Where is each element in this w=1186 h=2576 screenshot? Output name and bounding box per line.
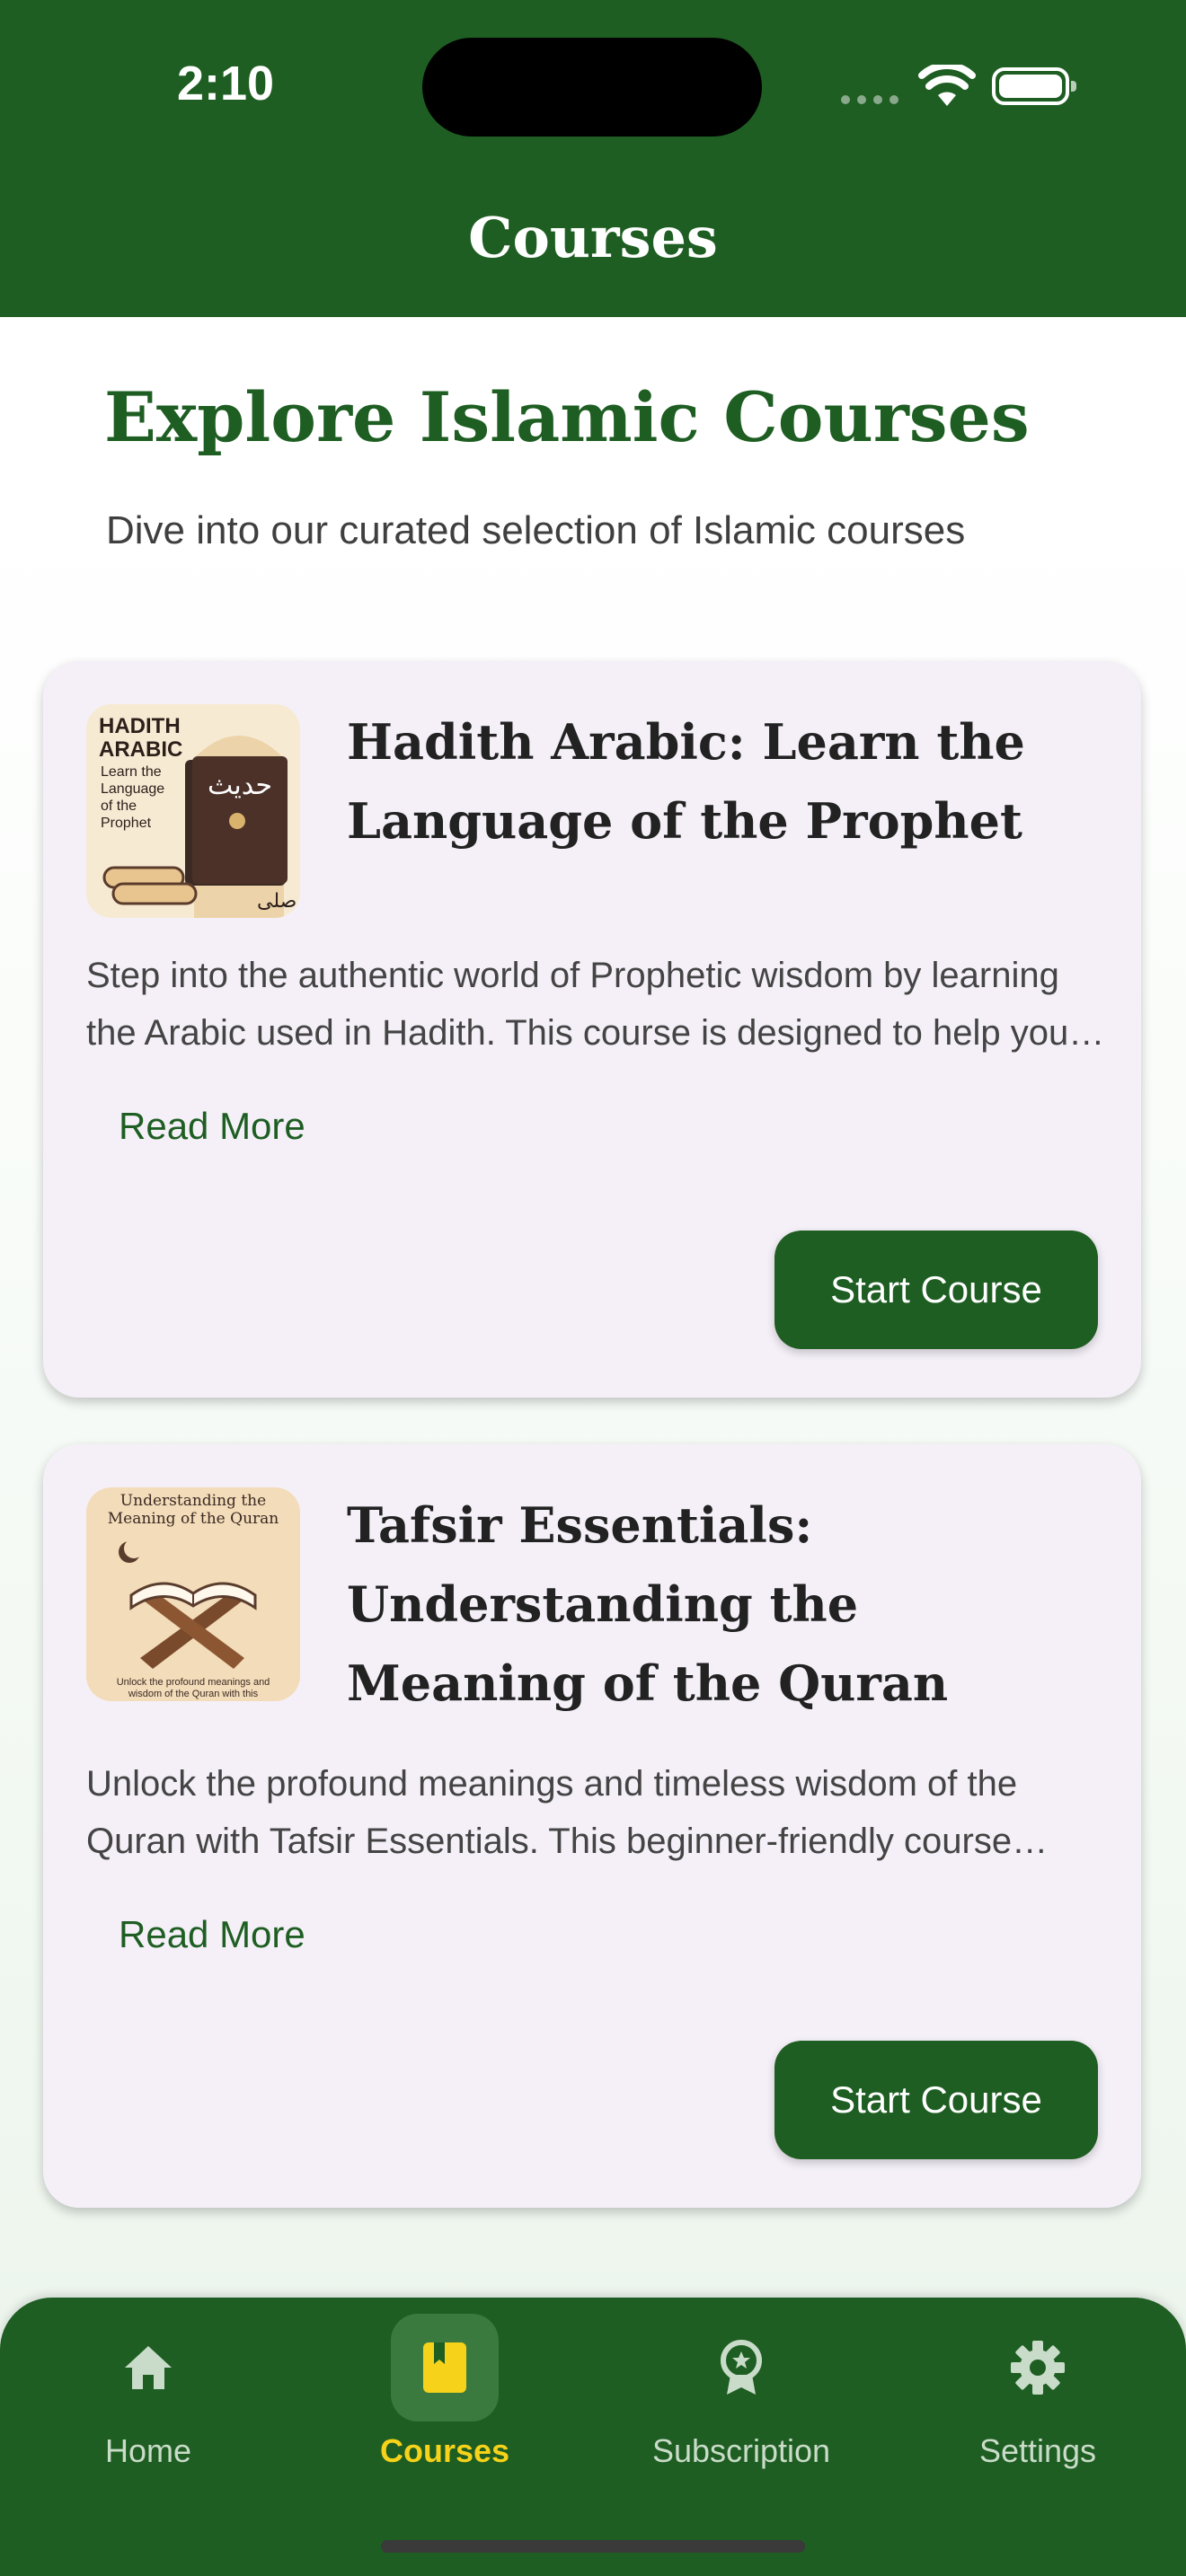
svg-text:Prophet: Prophet: [101, 816, 152, 831]
svg-text:of the: of the: [101, 798, 137, 814]
wifi-icon: [918, 65, 976, 106]
svg-text:ARABIC: ARABIC: [99, 737, 182, 762]
app-header: 2:10 Courses: [0, 0, 1186, 317]
svg-text:HADITH: HADITH: [99, 714, 181, 738]
course-card: Understanding the Meaning of the Quran U…: [43, 1444, 1141, 2208]
nav-item-home[interactable]: Home: [0, 2298, 296, 2495]
svg-text:Unlock the profound meanings a: Unlock the profound meanings and: [117, 1677, 270, 1688]
tafsir-essentials-thumbnail: Understanding the Meaning of the Quran U…: [86, 1487, 300, 1701]
nav-label-home: Home: [104, 2432, 192, 2469]
start-course-button[interactable]: Start Course: [774, 1231, 1098, 1349]
page-subtitle: Dive into our curated selection of Islam…: [106, 508, 966, 552]
dynamic-island: [422, 38, 762, 137]
bottom-navigation: Home Courses Subscription Settings: [0, 2298, 1186, 2576]
book-icon: [423, 2342, 466, 2393]
svg-text:Language: Language: [101, 781, 164, 797]
course-description: Unlock the profound meanings and timeles…: [86, 1764, 1018, 1861]
gear-icon: [1011, 2341, 1065, 2395]
start-course-button[interactable]: Start Course: [774, 2041, 1098, 2159]
read-more-link[interactable]: Read More: [119, 1105, 305, 1148]
nav-label-courses: Courses: [379, 2432, 510, 2469]
home-icon: [125, 2346, 172, 2389]
nav-item-settings[interactable]: Settings: [890, 2298, 1186, 2495]
hadith-arabic-thumbnail: حديث HADITH ARABIC Learn the Language of…: [86, 704, 300, 918]
cellular-signal-icon: [841, 93, 906, 109]
page-title: Explore Islamic Courses: [104, 377, 1030, 457]
home-indicator: [381, 2540, 805, 2553]
svg-text:wisdom of the Quran with this: wisdom of the Quran with this: [128, 1689, 259, 1699]
award-icon: [721, 2340, 762, 2395]
course-title: Hadith Arabic: Learn the Language of the…: [347, 713, 1025, 850]
course-card: حديث HADITH ARABIC Learn the Language of…: [43, 661, 1141, 1398]
nav-label-subscription: Subscription: [651, 2432, 831, 2469]
svg-text:Learn the: Learn the: [101, 764, 162, 780]
svg-text:صلى: صلى: [257, 890, 296, 913]
nav-item-courses[interactable]: Courses: [296, 2298, 593, 2495]
nav-label-settings: Settings: [978, 2432, 1097, 2469]
battery-icon: [992, 67, 1076, 105]
course-description: Step into the authentic world of Prophet…: [86, 956, 1069, 1053]
read-more-link[interactable]: Read More: [119, 1913, 305, 1956]
course-title: Tafsir Essentials: Understanding the Mea…: [347, 1496, 949, 1712]
page-header-title: Courses: [468, 205, 718, 270]
svg-text:Meaning of the Quran: Meaning of the Quran: [108, 1510, 279, 1528]
svg-text:حديث: حديث: [208, 770, 272, 801]
svg-text:Understanding the: Understanding the: [120, 1492, 266, 1510]
nav-item-subscription[interactable]: Subscription: [593, 2298, 890, 2495]
status-time: 2:10: [177, 57, 275, 110]
